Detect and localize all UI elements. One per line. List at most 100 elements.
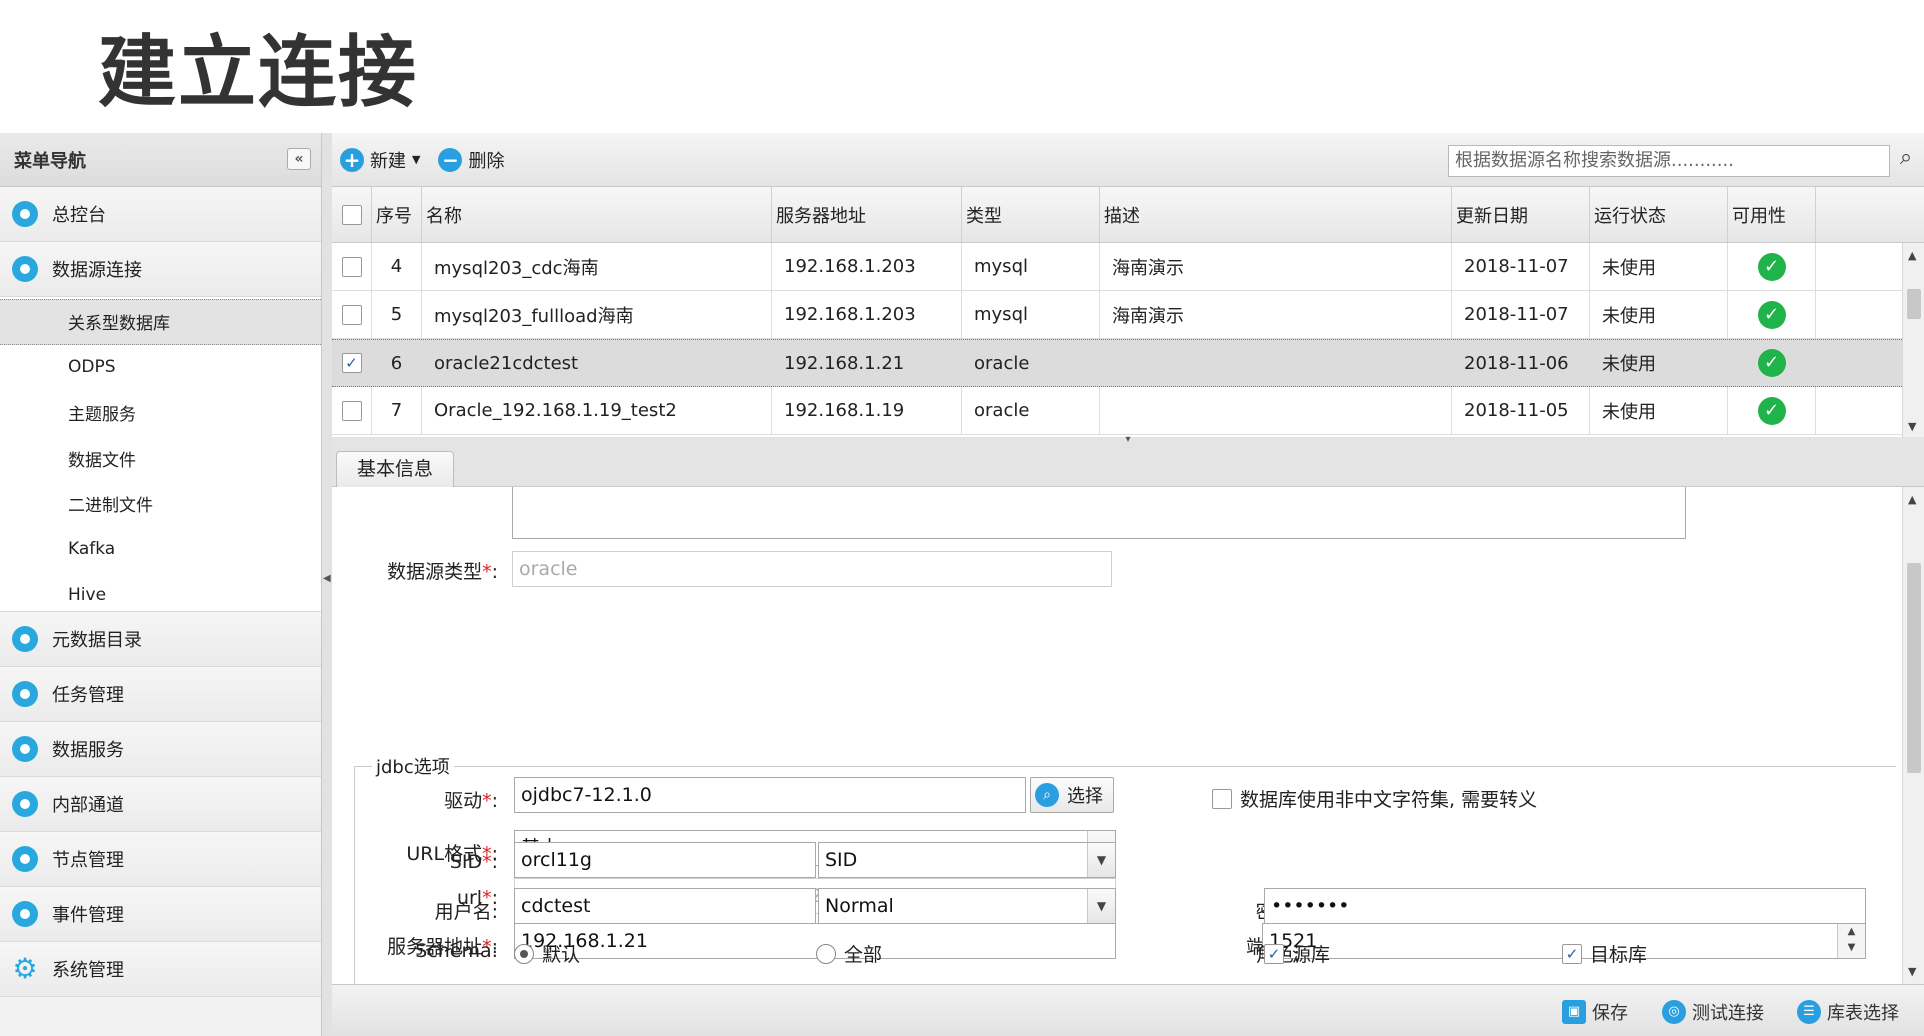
scroll-thumb[interactable] [1907, 289, 1921, 319]
table-row[interactable]: 5 mysql203_fullload海南 192.168.1.203 mysq… [332, 291, 1924, 339]
schema-default-option[interactable]: 默认 [514, 940, 580, 967]
col-header-status[interactable]: 运行状态 [1590, 187, 1728, 242]
test-connection-button[interactable]: ◎ 测试连接 [1662, 999, 1764, 1025]
datasource-grid: 序号 名称 服务器地址 类型 描述 更新日期 运行状态 可用性 4 mysql2… [332, 187, 1924, 437]
source-db-checkbox[interactable]: ✓ [1264, 943, 1284, 964]
cell-name: oracle21cdctest [422, 340, 772, 386]
col-header-type[interactable]: 类型 [962, 187, 1100, 242]
choose-driver-button[interactable]: ⌕ 选择 [1030, 777, 1114, 813]
col-header-available[interactable]: 可用性 [1728, 187, 1816, 242]
sidebar-item-channel[interactable]: 内部通道 [0, 777, 321, 832]
row-checkbox[interactable] [341, 304, 362, 325]
login-role-value: Normal [825, 895, 894, 917]
sidebar-splitter[interactable]: ◀ [322, 133, 332, 1036]
submenu-item-topic[interactable]: 主题服务 [0, 390, 321, 436]
url-label-text: url [456, 887, 483, 909]
cell-name: Oracle_192.168.1.19_test2 [422, 387, 772, 434]
sidebar-item-label: 内部通道 [52, 795, 124, 816]
cell-status: 未使用 [1590, 387, 1728, 434]
cell-status: 未使用 [1590, 340, 1728, 386]
sid-field[interactable]: orcl11g [514, 842, 816, 878]
sidebar-item-system[interactable]: ⚙ 系统管理 [0, 942, 321, 997]
col-header-name[interactable]: 名称 [422, 187, 772, 242]
panel-splitter[interactable]: ▾ [332, 435, 1924, 447]
sidebar-item-dataservice[interactable]: 数据服务 [0, 722, 321, 777]
description-textarea[interactable] [512, 487, 1686, 539]
table-row[interactable]: 4 mysql203_cdc海南 192.168.1.203 mysql 海南演… [332, 243, 1924, 291]
schema-default-radio[interactable] [514, 943, 534, 964]
required-mark: * [482, 887, 492, 909]
form-scrollbar[interactable]: ▲ ▼ [1902, 487, 1924, 984]
row-checkbox-checked[interactable]: ✓ [341, 353, 362, 373]
scroll-thumb[interactable] [1907, 563, 1921, 773]
new-button[interactable]: + 新建 ▼ [340, 147, 420, 173]
table-select-label: 库表选择 [1827, 1003, 1899, 1024]
search-input[interactable]: 根据数据源名称搜索数据源........... [1448, 145, 1890, 177]
target-db-checkbox[interactable]: ✓ [1562, 943, 1582, 964]
target-db-option[interactable]: ✓ 目标库 [1562, 940, 1647, 967]
submenu-item-hive[interactable]: Hive [0, 572, 321, 618]
service-icon [12, 736, 38, 762]
sidebar-item-nodes[interactable]: 节点管理 [0, 832, 321, 887]
cell-available: ✓ [1728, 340, 1816, 386]
scroll-up-icon[interactable]: ▲ [1908, 249, 1916, 262]
sidebar-item-label: 元数据目录 [52, 630, 142, 651]
choose-button-label: 选择 [1067, 786, 1103, 807]
table-row[interactable]: 7 Oracle_192.168.1.19_test2 192.168.1.19… [332, 387, 1924, 435]
password-field[interactable]: ••••••• [1264, 888, 1866, 924]
scroll-up-icon[interactable]: ▲ [1908, 493, 1916, 506]
row-checkbox[interactable] [341, 256, 362, 277]
cell-date: 2018-11-05 [1452, 387, 1590, 434]
sidebar-item-datasource[interactable]: 数据源连接 [0, 242, 321, 297]
sid-type-select[interactable]: SID ▼ [818, 842, 1116, 878]
scroll-down-icon[interactable]: ▼ [1908, 965, 1916, 978]
sidebar-item-tasks[interactable]: 任务管理 [0, 667, 321, 722]
tab-basic-info[interactable]: 基本信息 [336, 451, 454, 488]
schema-all-option[interactable]: 全部 [816, 940, 882, 967]
source-db-option[interactable]: ✓ 源库 [1264, 940, 1330, 967]
minus-icon: − [438, 147, 463, 172]
collapse-sidebar-button[interactable]: « [287, 148, 311, 170]
sidebar-item-console[interactable]: 总控台 [0, 187, 321, 242]
charset-escape-checkbox[interactable] [1212, 788, 1232, 809]
charset-escape-label: 数据库使用非中文字符集, 需要转义 [1240, 789, 1538, 811]
submenu-item-odps[interactable]: ODPS [0, 345, 321, 391]
sidebar: 菜单导航 « 总控台 数据源连接 关系型数据库 ODPS 主题服务 数据文件 二… [0, 133, 322, 1036]
save-button[interactable]: ▣ 保存 [1562, 999, 1628, 1025]
schema-all-radio[interactable] [816, 943, 836, 964]
cell-date: 2018-11-06 [1452, 340, 1590, 386]
submenu-item-rdb[interactable]: 关系型数据库 [0, 299, 321, 345]
col-header-date[interactable]: 更新日期 [1452, 187, 1590, 242]
login-role-select[interactable]: Normal ▼ [818, 888, 1116, 924]
sidebar-item-label: 系统管理 [52, 960, 124, 981]
scroll-down-icon[interactable]: ▼ [1908, 420, 1916, 433]
cell-status: 未使用 [1590, 243, 1728, 290]
col-header-no[interactable]: 序号 [372, 187, 422, 242]
col-header-desc[interactable]: 描述 [1100, 187, 1452, 242]
chevron-down-icon[interactable]: ▼ [1087, 889, 1115, 923]
url-label: url*: [456, 887, 498, 909]
table-select-button[interactable]: ☰ 库表选择 [1797, 999, 1899, 1025]
submenu-item-datafile[interactable]: 数据文件 [0, 436, 321, 482]
search-icon[interactable]: ⌕ [1892, 145, 1920, 177]
submenu-item-kafka[interactable]: Kafka [0, 527, 321, 573]
sidebar-item-label: 数据源连接 [52, 260, 142, 281]
chevron-down-icon[interactable]: ▼ [1087, 843, 1115, 877]
table-row-selected[interactable]: ✓ 6 oracle21cdctest 192.168.1.21 oracle … [332, 339, 1924, 387]
sidebar-item-label: 数据服务 [52, 740, 124, 761]
sidebar-item-metadata[interactable]: 元数据目录 [0, 612, 321, 667]
required-mark: * [482, 843, 492, 865]
username-field[interactable]: cdctest [514, 888, 816, 924]
url-format-label-text: URL格式 [406, 843, 483, 865]
sidebar-item-events[interactable]: 事件管理 [0, 887, 321, 942]
driver-field[interactable]: ojdbc7-12.1.0 [514, 777, 1026, 813]
charset-escape-option[interactable]: 数据库使用非中文字符集, 需要转义 [1212, 785, 1537, 812]
select-all-checkbox[interactable] [341, 204, 362, 225]
submenu-item-binary[interactable]: 二进制文件 [0, 481, 321, 527]
cell-date: 2018-11-07 [1452, 243, 1590, 290]
row-checkbox[interactable] [341, 400, 362, 421]
col-header-host[interactable]: 服务器地址 [772, 187, 962, 242]
list-icon [12, 901, 38, 927]
delete-button[interactable]: − 删除 [438, 147, 504, 173]
grid-scrollbar[interactable]: ▲ ▼ [1902, 243, 1924, 437]
